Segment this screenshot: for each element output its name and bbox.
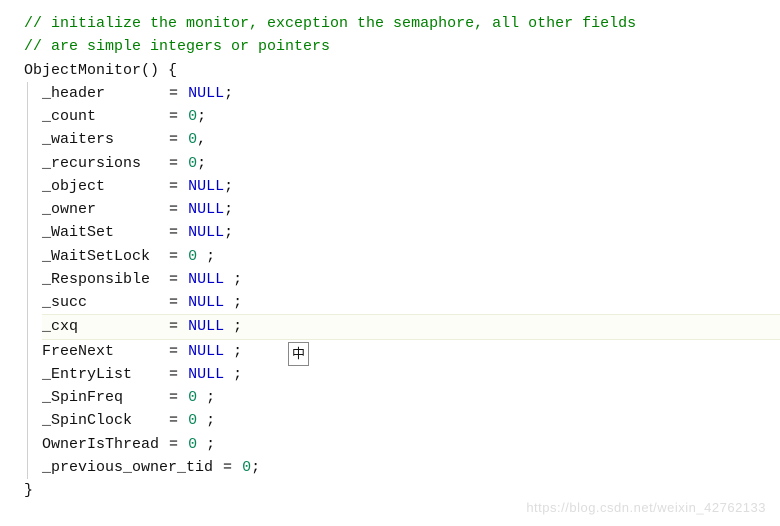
assign-value: 0 [188, 108, 197, 125]
assign-value: 0 [242, 459, 251, 476]
assign-value: 0 [188, 248, 197, 265]
watermark-text: https://blog.csdn.net/weixin_42762133 [526, 498, 766, 518]
assign-line: OwnerIsThread = 0 ; [42, 433, 780, 456]
assign-value: NULL [188, 343, 224, 360]
assign-line: _WaitSetLock = 0 ; [42, 245, 780, 268]
assign-line: _succ = NULL ; [42, 291, 780, 314]
function-body: _header = NULL;_count = 0;_waiters = 0,_… [27, 82, 780, 479]
assign-value: NULL [188, 224, 224, 241]
assign-line: _EntryList = NULL ; [42, 363, 780, 386]
assign-value: NULL [188, 318, 224, 335]
assign-line: _SpinFreq = 0 ; [42, 386, 780, 409]
assign-value: NULL [188, 178, 224, 195]
assign-line: _object = NULL; [42, 175, 780, 198]
assign-line: _recursions = 0; [42, 152, 780, 175]
assign-line: FreeNext = NULL ;中 [42, 340, 780, 363]
assign-line: _WaitSet = NULL; [42, 221, 780, 244]
assign-value: NULL [188, 366, 224, 383]
assign-value: NULL [188, 85, 224, 102]
assign-line: _waiters = 0, [42, 128, 780, 151]
assign-line: _header = NULL; [42, 82, 780, 105]
assign-value: 0 [188, 412, 197, 429]
assign-value: 0 [188, 155, 197, 172]
assign-value: 0 [188, 389, 197, 406]
assign-value: 0 [188, 131, 197, 148]
assign-line: _count = 0; [42, 105, 780, 128]
assign-line: _owner = NULL; [42, 198, 780, 221]
comment-line-1: // initialize the monitor, exception the… [24, 12, 780, 35]
assign-line: _Responsible = NULL ; [42, 268, 780, 291]
assign-line: _cxq = NULL ; [42, 314, 780, 339]
assign-value: 0 [188, 436, 197, 453]
assign-value: NULL [188, 271, 224, 288]
assign-value: NULL [188, 294, 224, 311]
assign-line: _previous_owner_tid = 0; [42, 456, 780, 479]
assign-value: NULL [188, 201, 224, 218]
func-name: ObjectMonitor [24, 62, 141, 79]
func-decl-line: ObjectMonitor() { [24, 59, 780, 82]
assign-line: _SpinClock = 0 ; [42, 409, 780, 432]
comment-line-2: // are simple integers or pointers [24, 35, 780, 58]
